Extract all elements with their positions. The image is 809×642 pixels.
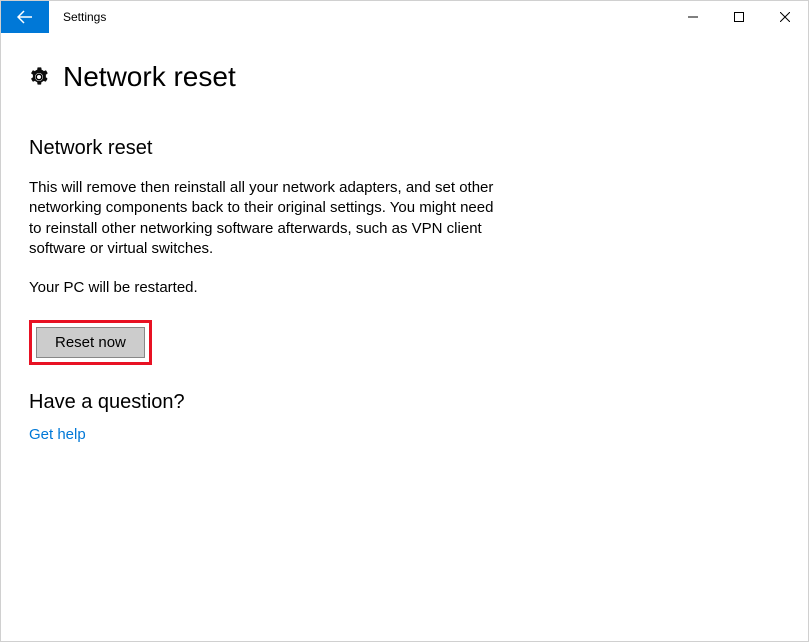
restart-notice: Your PC will be restarted. <box>29 279 780 296</box>
question-heading: Have a question? <box>29 391 780 414</box>
maximize-button[interactable] <box>716 1 762 33</box>
titlebar: Settings <box>1 1 808 33</box>
maximize-icon <box>734 12 744 22</box>
close-icon <box>780 12 790 22</box>
gear-icon <box>29 67 49 87</box>
get-help-link[interactable]: Get help <box>29 426 86 443</box>
reset-now-button[interactable]: Reset now <box>36 327 145 358</box>
minimize-icon <box>688 12 698 22</box>
back-button[interactable] <box>1 1 49 33</box>
highlight-annotation: Reset now <box>29 320 152 365</box>
close-button[interactable] <box>762 1 808 33</box>
minimize-button[interactable] <box>670 1 716 33</box>
page-title: Network reset <box>63 61 236 93</box>
app-title: Settings <box>49 1 670 33</box>
description-text: This will remove then reinstall all your… <box>29 178 499 259</box>
window-controls <box>670 1 808 33</box>
content-area: Network reset Network reset This will re… <box>1 33 808 444</box>
back-arrow-icon <box>17 9 33 25</box>
section-heading: Network reset <box>29 137 780 160</box>
page-header: Network reset <box>29 61 780 93</box>
